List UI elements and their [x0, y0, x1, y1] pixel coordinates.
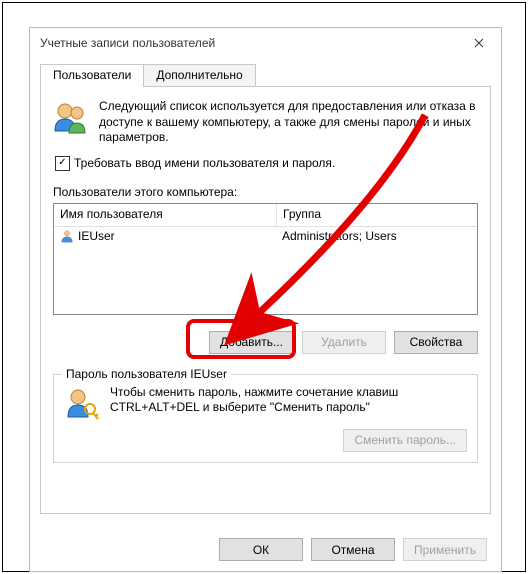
key-user-icon [64, 385, 100, 421]
column-group[interactable]: Группа [277, 204, 477, 226]
column-name[interactable]: Имя пользователя [54, 204, 277, 226]
tab-users[interactable]: Пользователи [40, 64, 144, 87]
checkbox-icon: ✓ [55, 156, 70, 171]
require-login-checkbox[interactable]: ✓ Требовать ввод имени пользователя и па… [55, 156, 478, 171]
tab-advanced[interactable]: Дополнительно [143, 64, 255, 86]
user-table-header: Имя пользователя Группа [54, 204, 477, 227]
user-buttons-row: Добавить... Удалить Свойства [53, 331, 478, 354]
close-icon [474, 38, 484, 48]
user-list-label: Пользователи этого компьютера: [53, 185, 478, 199]
apply-button[interactable]: Применить [403, 538, 487, 561]
dialog-buttons: ОК Отмена Применить [219, 538, 487, 561]
ok-button[interactable]: ОК [219, 538, 303, 561]
properties-button[interactable]: Свойства [394, 331, 478, 354]
password-text: Чтобы сменить пароль, нажмите сочетание … [110, 385, 467, 421]
password-groupbox-title: Пароль пользователя IEUser [62, 367, 231, 381]
close-button[interactable] [456, 28, 501, 58]
titlebar: Учетные записи пользователей [30, 28, 501, 58]
person-icon [60, 229, 74, 243]
dialog-window: Учетные записи пользователей Пользовател… [29, 27, 502, 572]
user-name: IEUser [78, 229, 115, 243]
intro-text: Следующий список используется для предос… [99, 99, 478, 146]
intro-row: Следующий список используется для предос… [53, 99, 478, 146]
users-icon [53, 99, 89, 135]
window-title: Учетные записи пользователей [40, 36, 215, 50]
table-row[interactable]: IEUser Administrators; Users [54, 227, 477, 245]
change-password-button[interactable]: Сменить пароль... [343, 429, 467, 452]
password-groupbox: Пароль пользователя IEUser Чтобы сменить… [53, 374, 478, 463]
user-group: Administrators; Users [276, 227, 477, 245]
require-login-label: Требовать ввод имени пользователя и паро… [74, 156, 335, 170]
add-button[interactable]: Добавить... [209, 331, 294, 354]
user-table: Имя пользователя Группа IEUser Administr… [53, 203, 478, 315]
tabstrip: Пользователи Дополнительно [30, 64, 501, 86]
tab-panel: Следующий список используется для предос… [40, 86, 491, 514]
delete-button[interactable]: Удалить [302, 331, 386, 354]
cancel-button[interactable]: Отмена [311, 538, 395, 561]
